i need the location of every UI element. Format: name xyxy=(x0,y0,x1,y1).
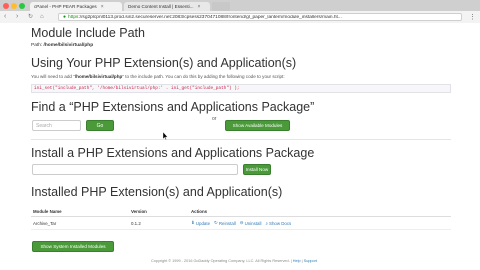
browser-tab-cpanel[interactable]: cPanel - PHP PEAR Packages × xyxy=(30,2,122,11)
update-label: Update xyxy=(195,220,211,226)
note-suffix: " to the include path. You can do this b… xyxy=(122,74,285,79)
show-docs-link[interactable]: ⌕ Show Docs xyxy=(265,221,291,226)
close-tab-icon[interactable]: × xyxy=(101,4,104,10)
browser-tab-demo[interactable]: Demo Content Install | Essenti... × xyxy=(124,2,210,11)
installed-heading: Installed PHP Extension(s) and Applicati… xyxy=(31,185,283,199)
minimize-window-icon[interactable] xyxy=(11,3,17,9)
reload-icon[interactable]: ↻ xyxy=(28,13,33,21)
remove-icon: ⊖ xyxy=(239,220,244,225)
module-name-cell: Archive_Tar xyxy=(33,220,57,226)
address-bar[interactable]: ● https ://sg2plcpnl0113.prod.sin2.secur… xyxy=(58,13,462,21)
table-row: Archive_Tar 0.1.2 ⬇ Update ↻ Reinstall ⊖ Un… xyxy=(31,217,451,230)
code-snippet: ini_set("include_path", '/home/bilsivirt… xyxy=(31,84,451,93)
back-icon[interactable]: ‹ xyxy=(4,13,6,21)
install-package-heading: Install a PHP Extensions and Application… xyxy=(31,146,315,160)
mouse-cursor-icon xyxy=(162,127,169,145)
col-header-module-name: Module Name xyxy=(33,209,62,214)
show-docs-label: Show Docs xyxy=(269,220,292,226)
support-link[interactable]: Support xyxy=(304,259,317,263)
find-package-heading: Find a “PHP Extensions and Applications … xyxy=(31,100,315,114)
using-heading: Using Your PHP Extension(s) and Applicat… xyxy=(31,56,297,70)
browser-toolbar: ‹ › ↻ ⌂ ● https ://sg2plcpnl0113.prod.si… xyxy=(0,11,480,23)
uninstall-label: Uninstall xyxy=(244,220,262,226)
note-path: /home/bilsivirtual/php xyxy=(74,74,123,79)
install-package-input[interactable] xyxy=(32,164,238,175)
new-tab-button[interactable] xyxy=(212,2,230,11)
module-include-path-heading: Module Include Path xyxy=(31,26,145,40)
actions-cell: ⬇ Update ↻ Reinstall ⊖ Uninstall ⌕ Show Docs xyxy=(191,220,391,226)
reinstall-label: Reinstall xyxy=(218,220,236,226)
home-icon[interactable]: ⌂ xyxy=(40,13,44,21)
search-input[interactable]: Search xyxy=(32,120,81,131)
col-header-version: Version xyxy=(131,209,147,214)
browser-chrome: cPanel - PHP PEAR Packages × Demo Conten… xyxy=(0,0,480,23)
url-text: ://sg2plcpnl0113.prod.sin2.secureserver.… xyxy=(78,14,342,20)
table-header: Module Name Version Actions xyxy=(31,207,451,217)
tab-label: Demo Content Install | Essenti... xyxy=(128,4,194,9)
footer-copyright: Copyright © 1999 - 2016 GoDaddy Operatin… xyxy=(151,259,293,263)
url-scheme: https xyxy=(68,14,79,20)
go-button[interactable]: Go xyxy=(86,120,114,131)
show-system-installed-modules-button[interactable]: Show System Installed Modules xyxy=(32,241,114,252)
tab-label: cPanel - PHP PEAR Packages xyxy=(34,4,97,9)
show-available-modules-button[interactable]: Show Available Modules xyxy=(225,120,290,131)
close-tab-icon[interactable]: × xyxy=(198,4,201,10)
or-label: or xyxy=(212,116,217,122)
tab-bar: cPanel - PHP PEAR Packages × Demo Conten… xyxy=(0,0,480,11)
path-value: /home/bilsivirtual/php xyxy=(43,43,94,48)
note-prefix: You will need to add " xyxy=(31,74,75,79)
lock-icon: ● xyxy=(63,14,67,20)
maximize-window-icon[interactable] xyxy=(19,3,25,9)
installed-modules-table: Module Name Version Actions Archive_Tar … xyxy=(31,207,451,230)
footer: Copyright © 1999 - 2016 GoDaddy Operatin… xyxy=(151,259,317,263)
path-label: Path: xyxy=(31,43,44,48)
browser-menu-icon[interactable]: ⋮ xyxy=(469,13,476,21)
install-now-button[interactable]: Install Now xyxy=(243,164,271,175)
search-icon: ⌕ xyxy=(265,220,269,226)
col-header-actions: Actions xyxy=(191,209,208,214)
divider xyxy=(31,139,451,140)
update-link[interactable]: ⬇ Update xyxy=(191,220,210,226)
help-link[interactable]: Help xyxy=(293,259,301,263)
path-line: Path: /home/bilsivirtual/php xyxy=(31,43,93,48)
include-path-note: You will need to add "/home/bilsivirtual… xyxy=(31,74,285,79)
refresh-icon: ↻ xyxy=(214,220,218,225)
reinstall-link[interactable]: ↻ Reinstall xyxy=(214,220,236,226)
uninstall-link[interactable]: ⊖ Uninstall xyxy=(240,220,262,226)
forward-icon[interactable]: › xyxy=(16,13,18,21)
download-icon: ⬇ xyxy=(191,220,195,225)
close-window-icon[interactable] xyxy=(3,3,9,9)
version-cell: 0.1.2 xyxy=(131,220,141,226)
